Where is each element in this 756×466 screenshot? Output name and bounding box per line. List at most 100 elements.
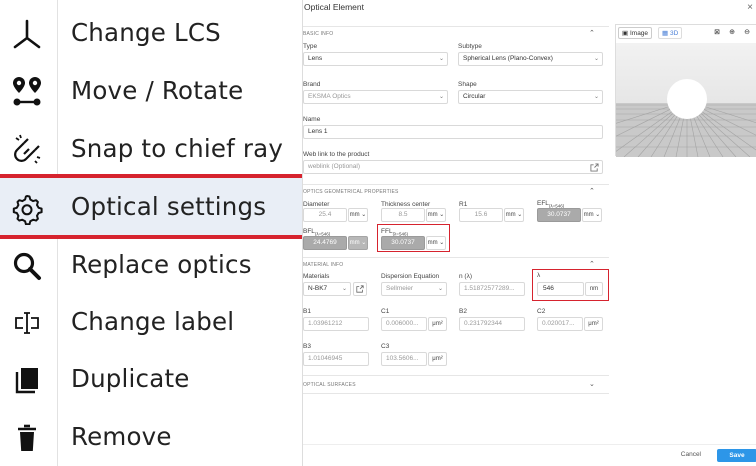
web-link-label: Web link to the product (303, 151, 370, 158)
cancel-button[interactable]: Cancel (681, 451, 701, 458)
shape-select[interactable]: Circular ⌄ (458, 90, 603, 104)
chevron-down-icon: ⌄ (593, 56, 599, 62)
type-value: Lens (308, 55, 323, 62)
viewport-toolbar: ▣ Image ▦ 3D ⊠ ⊕ ⊖ (616, 25, 756, 43)
unit-value: mm (427, 212, 438, 218)
axes-icon (13, 19, 41, 49)
b2-input[interactable]: 0.231792344 (459, 317, 525, 331)
optical-element-panel: Optical Element × BASIC INFO ⌃ Type Lens… (302, 0, 756, 466)
b3-label: B3 (303, 343, 311, 350)
name-input[interactable]: Lens 1 (303, 125, 603, 139)
preview-viewport: ▣ Image ▦ 3D ⊠ ⊕ ⊖ (615, 24, 756, 157)
materials-select[interactable]: N-BK7 ⌄ (303, 282, 351, 296)
menu-item-remove[interactable]: Remove (0, 408, 302, 465)
3d-view-button[interactable]: ▦ 3D (658, 27, 683, 39)
c2-unit: μm² (584, 317, 603, 331)
c2-label: C2 (537, 308, 546, 315)
menu-item-change-label[interactable]: Change label (0, 293, 302, 350)
unit-value: mm (583, 212, 594, 218)
c3-input[interactable]: 103.5606... (381, 352, 427, 366)
menu-item-move-rotate[interactable]: Move / Rotate (0, 62, 302, 119)
lambda-label: λ (537, 272, 541, 279)
image-icon: ▣ (622, 30, 629, 37)
collapse-chevron-icon[interactable]: ⌃ (589, 260, 595, 268)
scene-render (616, 43, 756, 157)
image-view-button[interactable]: ▣ Image (618, 27, 653, 39)
collapse-chevron-icon[interactable]: ⌃ (589, 187, 595, 195)
3d-view-label: 3D (669, 30, 679, 37)
close-icon[interactable]: × (747, 2, 753, 13)
cube-icon: ▦ (662, 30, 669, 37)
dispersion-select[interactable]: Sellmeier ⌄ (381, 282, 447, 296)
section-optical-surfaces[interactable]: OPTICAL SURFACES (303, 382, 356, 388)
type-select[interactable]: Lens ⌄ (303, 52, 448, 66)
bfl-unit-select[interactable]: mm ⌄ (348, 236, 368, 250)
move-pins-icon (13, 77, 41, 106)
duplicate-icon (15, 368, 38, 394)
ffl-output: 30.0737 (381, 236, 425, 250)
efl-label-text: EFL (537, 200, 549, 207)
r1-unit-select[interactable]: mm ⌄ (504, 208, 524, 222)
menu-item-replace-optics[interactable]: Replace optics (0, 236, 302, 293)
b2-label: B2 (459, 308, 467, 315)
materials-link-button[interactable] (353, 282, 367, 296)
materials-label: Materials (303, 273, 330, 280)
menu-item-label: Move / Rotate (71, 76, 244, 105)
menu-item-duplicate[interactable]: Duplicate (0, 350, 302, 407)
subtype-select[interactable]: Spherical Lens (Plano-Convex) ⌄ (458, 52, 603, 66)
ffl-label-text: FFL (381, 228, 393, 235)
web-link-placeholder: weblink (Optional) (308, 163, 361, 170)
zoom-out-icon[interactable]: ⊖ (741, 27, 753, 39)
brand-label: Brand (303, 81, 321, 88)
zoom-in-icon[interactable]: ⊕ (726, 27, 738, 39)
expand-chevron-icon[interactable]: ⌄ (589, 380, 595, 388)
search-icon (13, 252, 41, 280)
section-divider (303, 257, 609, 258)
brand-value: EKSMA Optics (308, 93, 351, 100)
menu-item-change-lcs[interactable]: Change LCS (0, 4, 302, 61)
web-link-input[interactable]: weblink (Optional) (303, 160, 603, 174)
c1-label: C1 (381, 308, 390, 315)
menu-item-optical-settings[interactable]: Optical settings (0, 178, 302, 235)
ffl-unit-select[interactable]: mm ⌄ (426, 236, 446, 250)
c2-input[interactable]: 0.020017... (537, 317, 583, 331)
materials-value: N-BK7 (308, 285, 328, 292)
label-cursor-icon (15, 312, 39, 334)
unit-value: mm (427, 240, 438, 246)
lambda-input[interactable]: 546 (537, 282, 584, 296)
type-label: Type (303, 43, 318, 50)
thickness-unit-select[interactable]: mm ⌄ (426, 208, 446, 222)
b1-label: B1 (303, 308, 311, 315)
image-view-label: Image (629, 30, 649, 37)
snap-icon (14, 134, 41, 164)
diameter-unit-select[interactable]: mm ⌄ (348, 208, 368, 222)
chevron-down-icon: ⌄ (438, 94, 444, 100)
efl-unit-select[interactable]: mm ⌄ (582, 208, 602, 222)
chevron-down-icon: ⌄ (593, 94, 599, 100)
external-link-icon[interactable] (590, 163, 599, 172)
diameter-input[interactable]: 25.4 (303, 208, 347, 222)
brand-select[interactable]: EKSMA Optics ⌄ (303, 90, 448, 104)
lambda-unit: nm (585, 282, 603, 296)
fit-view-icon[interactable]: ⊠ (711, 27, 723, 39)
section-divider (303, 26, 609, 27)
section-geometry: OPTICS GEOMETRICAL PROPERTIES (303, 189, 399, 195)
menu-item-snap-chief-ray[interactable]: Snap to chief ray (0, 120, 302, 177)
unit-value: mm (349, 212, 360, 218)
b3-input[interactable]: 1.01046945 (303, 352, 369, 366)
gear-icon (12, 195, 43, 225)
section-basic-info: BASIC INFO (303, 31, 334, 37)
b1-input[interactable]: 1.03961212 (303, 317, 369, 331)
collapse-chevron-icon[interactable]: ⌃ (589, 29, 595, 37)
c1-input[interactable]: 0.006000... (381, 317, 427, 331)
shape-value: Circular (463, 93, 486, 100)
dispersion-label: Dispersion Equation (381, 273, 440, 280)
save-button[interactable]: Save (717, 449, 756, 462)
section-divider (303, 393, 609, 394)
menu-item-label: Change label (71, 307, 235, 336)
thickness-input[interactable]: 8.5 (381, 208, 425, 222)
dispersion-value: Sellmeier (386, 285, 414, 292)
menu-item-label: Snap to chief ray (71, 134, 284, 163)
r1-input[interactable]: 15.6 (459, 208, 503, 222)
3d-scene[interactable] (616, 43, 756, 157)
